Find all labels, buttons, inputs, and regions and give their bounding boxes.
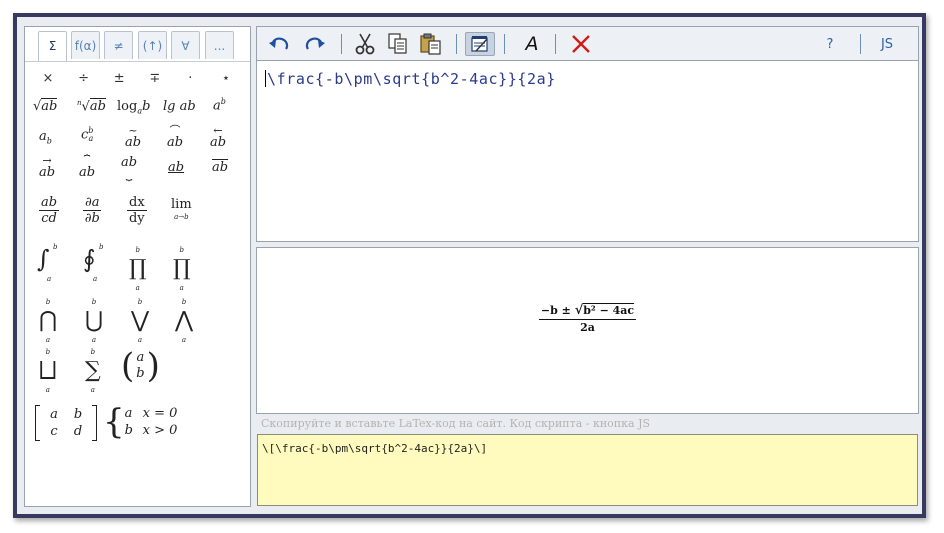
- cdot-symbol[interactable]: ·: [179, 71, 201, 86]
- tab-more[interactable]: ...: [205, 31, 234, 59]
- integral-symbol[interactable]: ∫ b a: [37, 243, 57, 283]
- rendered-formula: −b ± √b² − 4ac 2a: [538, 303, 637, 334]
- toolbar-separator: [341, 34, 342, 54]
- formula-sqrt-content: b² − 4ac: [583, 303, 635, 317]
- clear-button[interactable]: [568, 32, 594, 56]
- bigsqcup-symbol[interactable]: b ⨆ a: [39, 345, 57, 397]
- help-button[interactable]: ?: [817, 32, 843, 56]
- underline-symbol[interactable]: ab: [168, 160, 184, 175]
- tilde-symbol[interactable]: ~ ab: [125, 125, 141, 150]
- arc-symbol[interactable]: ⌒ ab: [167, 125, 183, 150]
- paste-icon: [420, 33, 441, 55]
- scissors-icon: [355, 33, 375, 55]
- divide-symbol[interactable]: ÷: [73, 71, 95, 86]
- lg-symbol[interactable]: lg ab: [163, 99, 196, 114]
- contour-integral-symbol[interactable]: ∮ b a: [83, 243, 103, 283]
- bigvee-symbol[interactable]: b ⋁ a: [131, 295, 149, 347]
- minusplus-symbol[interactable]: ∓: [144, 71, 166, 86]
- toolbar-separator: [504, 34, 505, 54]
- tab-brackets[interactable]: (↑): [138, 31, 167, 59]
- redo-button[interactable]: [301, 32, 327, 56]
- tab-logic[interactable]: ∀: [171, 31, 200, 59]
- symbol-palette: Σ f(α) ≠ (↑) ∀ ... × ÷ ± ∓ · ⋆ √ab n√ab …: [24, 26, 251, 507]
- output-code-field[interactable]: \[\frac{-b\pm\sqrt{b^2-4ac}}{2a}\]: [257, 434, 918, 506]
- js-button[interactable]: JS: [874, 32, 900, 56]
- tab-sigma[interactable]: Σ: [38, 31, 67, 61]
- partial-derivative-symbol[interactable]: ∂a ∂b: [83, 195, 102, 226]
- latex-code[interactable]: \frac{-b\pm\sqrt{b^2-4ac}}{2a}: [265, 70, 556, 88]
- latex-code-text: \frac{-b\pm\sqrt{b^2-4ac}}{2a}: [267, 70, 556, 88]
- undo-button[interactable]: [267, 32, 293, 56]
- limit-symbol[interactable]: lim a→b: [171, 198, 192, 223]
- close-icon: [572, 35, 590, 53]
- cut-button[interactable]: [352, 32, 378, 56]
- tensor-symbol[interactable]: cba: [81, 127, 93, 143]
- plusminus-symbol[interactable]: ±: [108, 71, 130, 86]
- overbrace-symbol[interactable]: ⏞ ab: [79, 155, 95, 180]
- tab-functions[interactable]: f(α): [71, 31, 100, 59]
- undo-icon: [269, 37, 289, 50]
- bigcup-symbol[interactable]: b ⋃ a: [85, 295, 103, 347]
- copy-button[interactable]: [385, 32, 411, 56]
- copy-hint: Скопируйте и вставьте LaTex-код на сайт.…: [261, 417, 651, 430]
- palette-tabs: Σ f(α) ≠ (↑) ∀ ...: [25, 27, 250, 62]
- operator-row: × ÷ ± ∓ · ⋆: [37, 71, 237, 86]
- overline-symbol[interactable]: ab: [212, 160, 228, 175]
- nth-root-symbol[interactable]: n√ab: [77, 98, 106, 115]
- formula-denominator: 2a: [580, 321, 595, 334]
- product-symbol[interactable]: b ∏ a: [129, 243, 147, 295]
- coproduct-symbol[interactable]: b ∏ a: [173, 243, 191, 295]
- matrix-symbol[interactable]: ab cd: [35, 405, 97, 441]
- log-symbol[interactable]: logab: [117, 99, 150, 116]
- latex-editor[interactable]: \frac{-b\pm\sqrt{b^2-4ac}}{2a}: [256, 61, 919, 242]
- sqrt-symbol[interactable]: √ab: [33, 98, 58, 114]
- format-button[interactable]: [465, 32, 495, 56]
- left-arrow-accent-symbol[interactable]: ← ab: [210, 125, 226, 150]
- subscript-symbol[interactable]: ab: [39, 129, 52, 146]
- tab-relations[interactable]: ≠: [104, 31, 133, 59]
- toolbar-separator: [555, 34, 556, 54]
- notepad-icon: [471, 36, 488, 52]
- paste-button[interactable]: [418, 32, 444, 56]
- cases-symbol[interactable]: { ax = 0 bx > 0: [103, 405, 203, 439]
- right-arrow-accent-symbol[interactable]: → ab: [39, 155, 55, 180]
- formula-preview: −b ± √b² − 4ac 2a: [256, 247, 919, 414]
- bigcap-symbol[interactable]: b ⋂ a: [39, 295, 57, 347]
- toolbar-separator: [860, 34, 861, 54]
- power-symbol[interactable]: ab: [213, 97, 226, 113]
- sum-symbol[interactable]: b ∑ a: [85, 345, 101, 397]
- redo-icon: [305, 37, 325, 50]
- formula-numerator-prefix: −b ±: [540, 304, 575, 317]
- font-button[interactable]: A: [519, 32, 545, 56]
- copy-icon: [388, 33, 407, 54]
- fraction-symbol[interactable]: ab cd: [39, 195, 60, 226]
- star-symbol[interactable]: ⋆: [215, 71, 237, 86]
- text-cursor: [265, 70, 266, 87]
- binomial-symbol[interactable]: ( ab ): [121, 349, 160, 383]
- editor-toolbar: A ? JS: [256, 26, 919, 61]
- times-symbol[interactable]: ×: [37, 71, 59, 86]
- bigwedge-symbol[interactable]: b ⋀ a: [175, 295, 193, 347]
- derivative-symbol[interactable]: dx dy: [127, 195, 147, 226]
- toolbar-separator: [456, 34, 457, 54]
- underbrace-symbol[interactable]: ab ⏟: [121, 156, 137, 181]
